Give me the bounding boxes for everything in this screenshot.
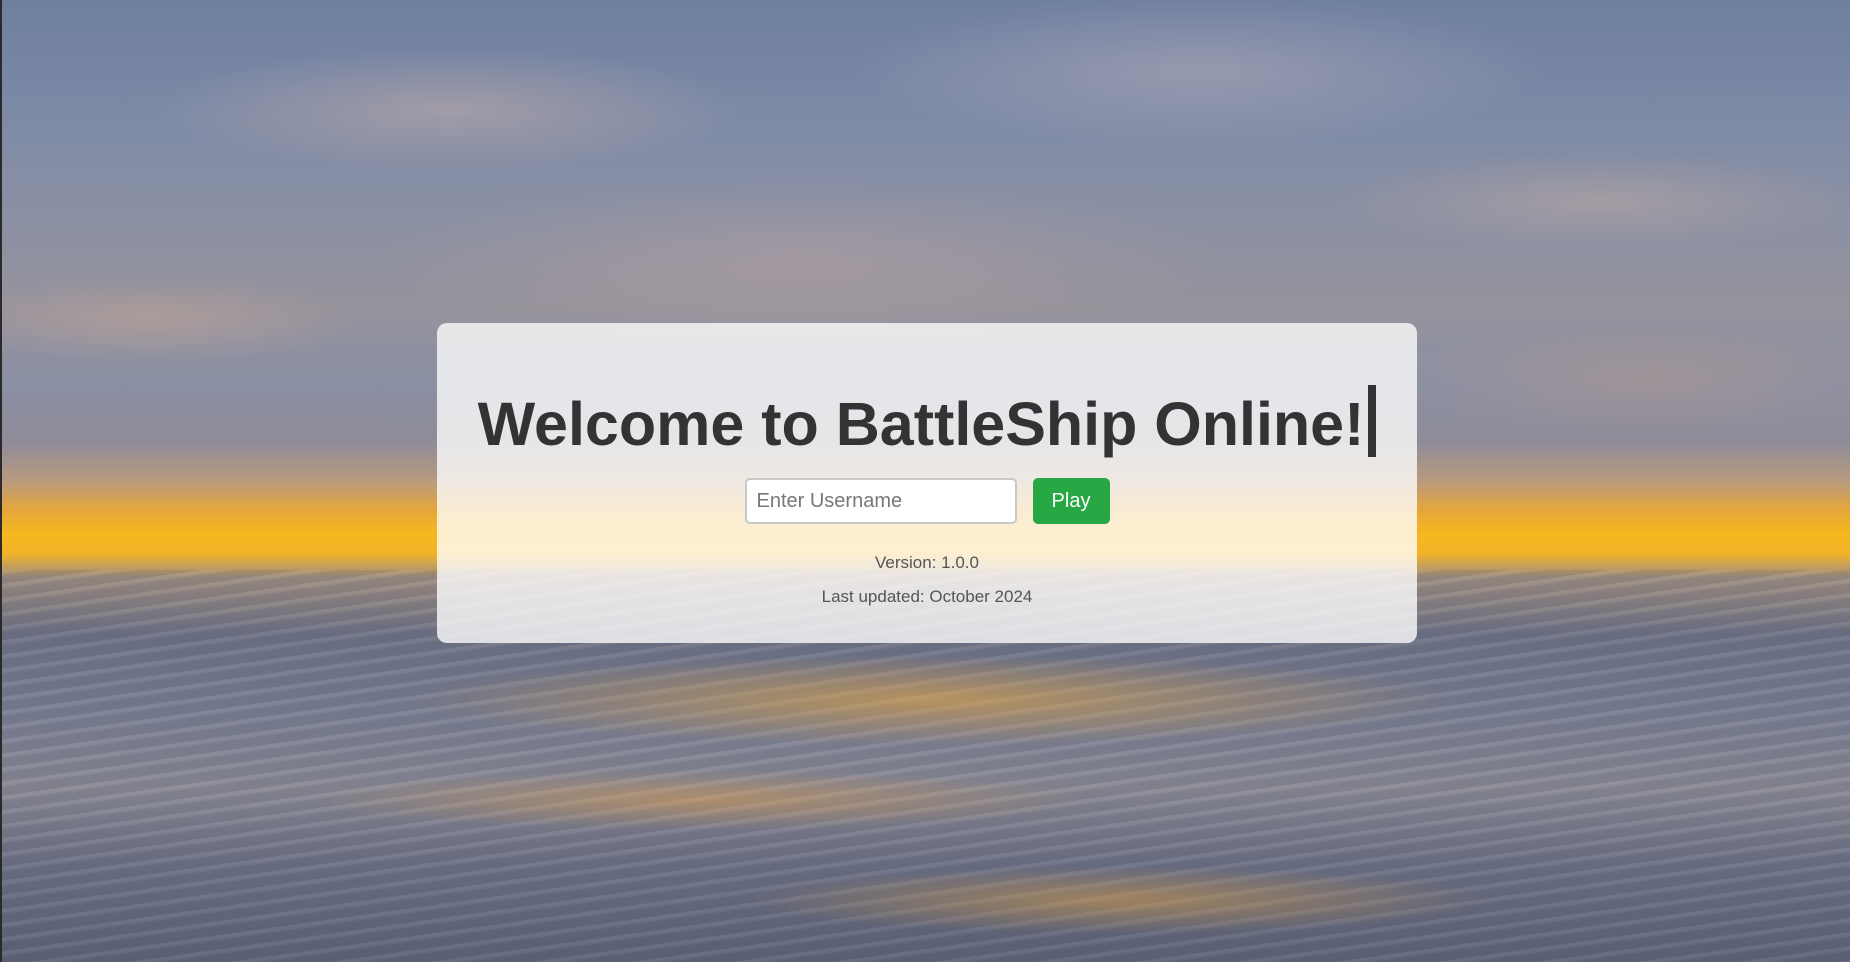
- play-button[interactable]: Play: [1032, 478, 1110, 524]
- page-title-text: Welcome to BattleShip Online!: [477, 390, 1365, 458]
- login-form: Play: [437, 478, 1417, 524]
- username-input[interactable]: [744, 478, 1017, 524]
- version-text: Version: 1.0.0: [875, 553, 979, 572]
- page-title: Welcome to BattleShip Online!: [437, 385, 1417, 459]
- last-updated-text: Last updated: October 2024: [821, 587, 1033, 606]
- window-edge: [0, 0, 2, 962]
- text-cursor: [1368, 385, 1377, 457]
- welcome-card: Welcome to BattleShip Online! Play Versi…: [437, 323, 1417, 643]
